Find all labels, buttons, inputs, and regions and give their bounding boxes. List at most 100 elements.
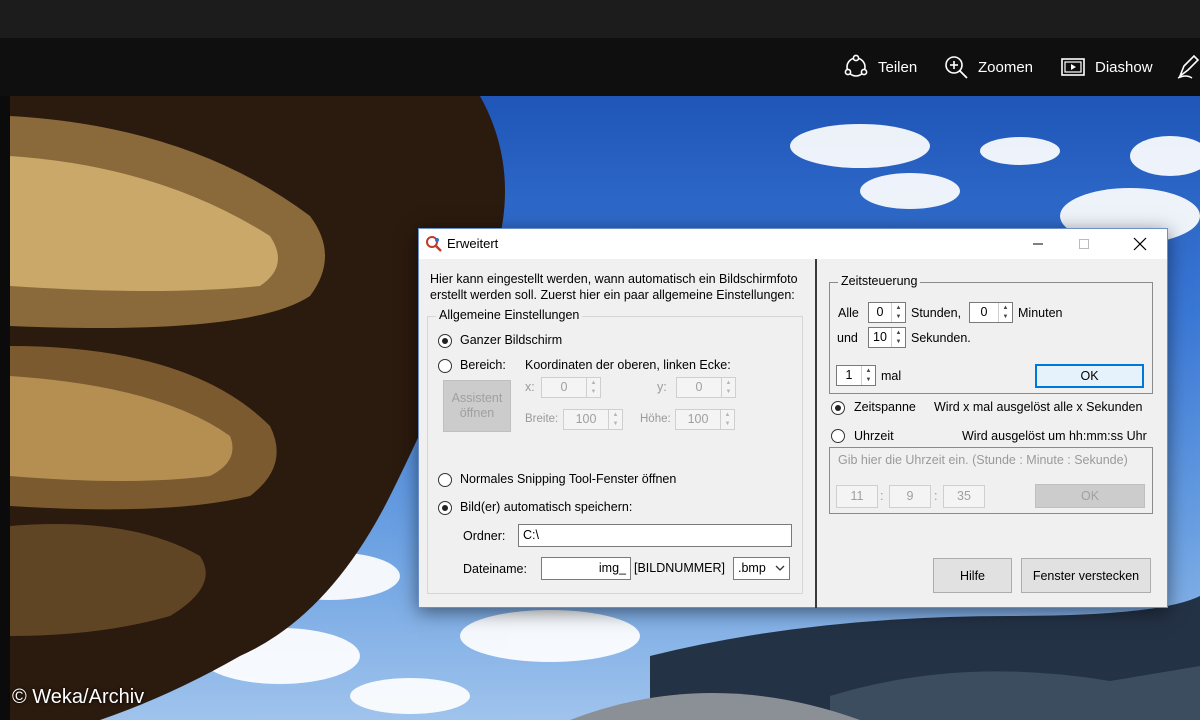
timespan-label: Zeitspanne [854, 400, 916, 414]
area-radio[interactable] [438, 359, 452, 373]
assistant-label-line2: öffnen [459, 406, 495, 420]
folder-input[interactable]: C:\ [518, 524, 792, 547]
times-label: mal [881, 369, 902, 383]
down-arrow-icon[interactable]: ▼ [862, 376, 875, 386]
down-arrow-icon[interactable]: ▼ [892, 338, 905, 348]
zoom-label: Zoomen [978, 58, 1034, 76]
height-value: 100 [687, 412, 709, 426]
slideshow-button[interactable]: Diashow [1060, 52, 1153, 82]
app-icon [426, 236, 442, 252]
coords-label: Koordinaten der oberen, linken Ecke: [525, 358, 731, 372]
x-value: 0 [560, 380, 568, 394]
up-arrow-icon[interactable]: ▲ [587, 378, 600, 388]
intro-text-line1: Hier kann eingestellt werden, wann autom… [430, 272, 798, 286]
filename-suffix: [BILDNUMMER] [634, 561, 725, 575]
hide-window-button[interactable]: Fenster verstecken [1021, 558, 1151, 593]
close-button[interactable] [1117, 229, 1163, 259]
filename-label: Dateiname: [463, 562, 527, 576]
minimize-button[interactable] [1015, 229, 1061, 259]
width-label: Breite: [525, 413, 559, 425]
timer-ok-button[interactable]: OK [1035, 364, 1144, 388]
maximize-icon [1079, 239, 1089, 249]
minimize-icon [1033, 243, 1043, 245]
height-stepper[interactable]: 100 ▲ ▼ [675, 409, 735, 430]
down-arrow-icon[interactable]: ▼ [722, 388, 735, 398]
time-control-title: Zeitsteuerung [838, 274, 921, 288]
up-arrow-icon[interactable]: ▲ [609, 410, 622, 420]
autosave-radio[interactable] [438, 501, 452, 515]
width-stepper[interactable]: 100 ▲ ▼ [563, 409, 623, 430]
extension-select[interactable]: .bmp [733, 557, 790, 580]
snipping-label: Normales Snipping Tool-Fenster öffnen [460, 472, 677, 486]
snipping-radio[interactable] [438, 473, 452, 487]
seconds-stepper[interactable]: 10 ▲ ▼ [868, 327, 906, 348]
timespan-description: Wird x mal ausgelöst alle x Sekunden [934, 400, 1143, 414]
share-button[interactable]: Teilen [843, 52, 917, 82]
up-arrow-icon[interactable]: ▲ [892, 328, 905, 338]
down-arrow-icon[interactable]: ▼ [721, 420, 734, 430]
share-icon [844, 54, 868, 77]
clock-ok-button[interactable]: OK [1035, 484, 1145, 508]
up-arrow-icon[interactable]: ▲ [722, 378, 735, 388]
chevron-down-icon [775, 565, 785, 571]
folder-label: Ordner: [463, 529, 506, 543]
copyright-text: © Weka/Archiv [12, 686, 145, 708]
up-arrow-icon[interactable]: ▲ [862, 366, 875, 376]
repeat-count-value: 1 [845, 368, 853, 382]
up-arrow-icon[interactable]: ▲ [892, 303, 905, 313]
seconds-label: Sekunden. [911, 331, 971, 345]
width-value: 100 [575, 412, 597, 426]
clock-radio[interactable] [831, 429, 845, 443]
slideshow-label: Diashow [1095, 58, 1153, 76]
dialog-titlebar[interactable]: Erweitert [419, 229, 1167, 259]
assistant-button[interactable]: Assistent öffnen [443, 380, 511, 432]
autosave-label: Bild(er) automatisch speichern: [460, 500, 633, 514]
timespan-radio[interactable] [831, 401, 845, 415]
zoom-button[interactable]: Zoomen [943, 52, 1033, 82]
share-label: Teilen [878, 58, 918, 76]
down-arrow-icon[interactable]: ▼ [892, 313, 905, 323]
close-icon [1133, 237, 1147, 251]
panel-divider [815, 259, 817, 608]
extension-value: .bmp [738, 561, 766, 575]
y-value: 0 [695, 380, 703, 394]
area-label: Bereich: [460, 358, 506, 372]
viewer-titlebar [0, 0, 1200, 38]
clock-description: Wird ausgelöst um hh:mm:ss Uhr [962, 429, 1147, 443]
hours-label: Stunden, [911, 306, 962, 320]
assistant-label-line1: Assistent [451, 391, 503, 405]
filename-input[interactable]: img_ [541, 557, 631, 580]
y-stepper[interactable]: 0 ▲ ▼ [676, 377, 736, 398]
height-label: Höhe: [640, 413, 671, 425]
fullscreen-radio[interactable] [438, 334, 452, 348]
seconds-value: 10 [873, 330, 887, 344]
x-stepper[interactable]: 0 ▲ ▼ [541, 377, 601, 398]
x-label: x: [525, 380, 535, 394]
up-arrow-icon[interactable]: ▲ [721, 410, 734, 420]
clock-hour-input[interactable]: 11 [836, 485, 878, 508]
minutes-label: Minuten [1018, 306, 1063, 320]
hours-stepper[interactable]: 0 ▲ ▼ [868, 302, 906, 323]
viewer-toolbar: Teilen Zoomen Diashow [0, 38, 1200, 96]
advanced-dialog: Erweitert Hier kann eingestellt werden, … [418, 228, 1168, 608]
down-arrow-icon[interactable]: ▼ [587, 388, 600, 398]
up-arrow-icon[interactable]: ▲ [999, 303, 1012, 313]
maximize-button [1061, 229, 1107, 259]
repeat-count-stepper[interactable]: 1 ▲ ▼ [836, 365, 876, 386]
slideshow-icon [1061, 58, 1085, 76]
minutes-stepper[interactable]: 0 ▲ ▼ [969, 302, 1013, 323]
down-arrow-icon[interactable]: ▼ [609, 420, 622, 430]
clock-minute-input[interactable]: 9 [889, 485, 931, 508]
down-arrow-icon[interactable]: ▼ [999, 313, 1012, 323]
dialog-title: Erweitert [447, 236, 499, 251]
y-label: y: [657, 380, 667, 394]
every-label: Alle [838, 306, 859, 320]
minutes-value: 0 [980, 305, 988, 319]
clock-hint: Gib hier die Uhrzeit ein. (Stunde : Minu… [838, 453, 1128, 467]
help-button[interactable]: Hilfe [933, 558, 1012, 593]
fullscreen-label: Ganzer Bildschirm [460, 333, 563, 347]
clock-second-input[interactable]: 35 [943, 485, 985, 508]
clock-separator: : [934, 489, 938, 503]
clock-label: Uhrzeit [854, 429, 894, 443]
draw-button[interactable] [1176, 52, 1200, 82]
